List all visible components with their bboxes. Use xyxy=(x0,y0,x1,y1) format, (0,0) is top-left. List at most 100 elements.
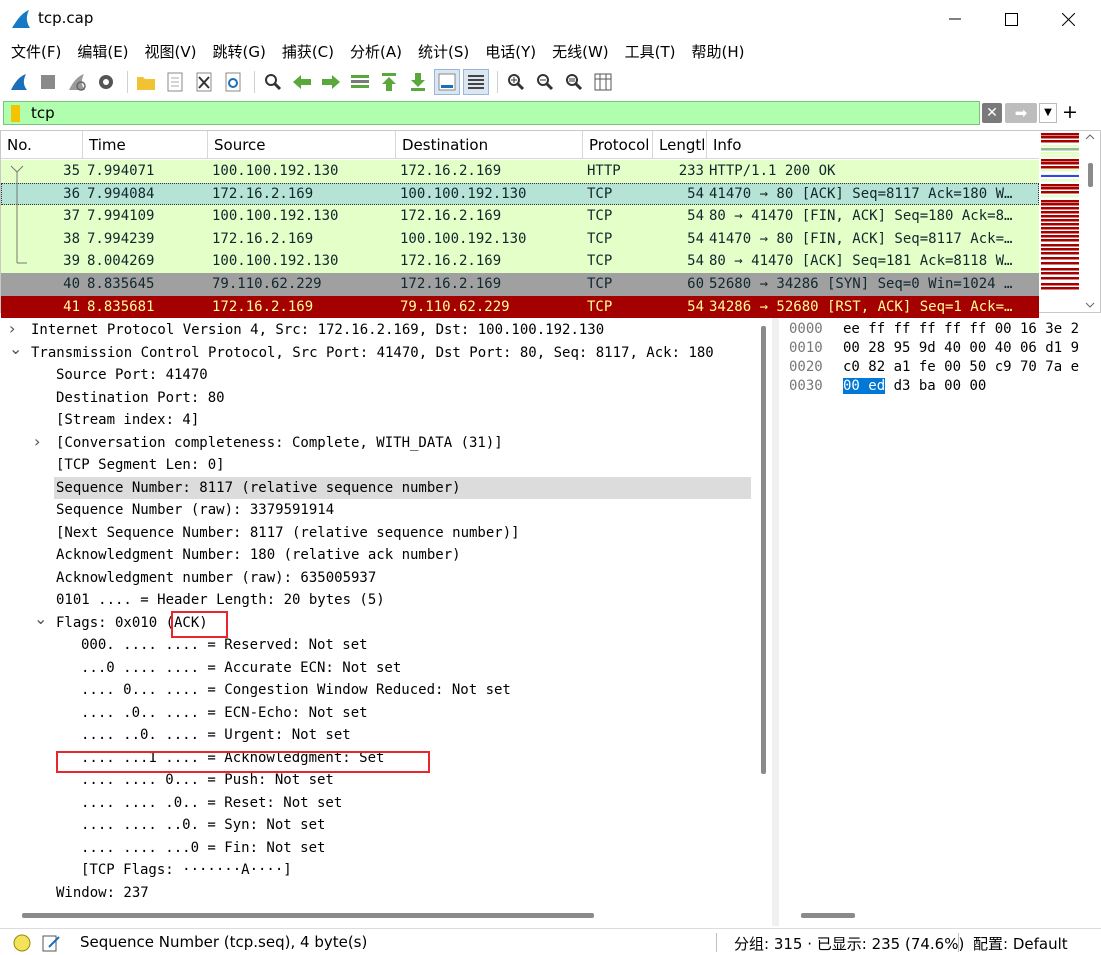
detail-tree-item[interactable]: .... .... .0.. = Reset: Not set xyxy=(79,792,342,815)
detail-tree-item[interactable]: Window: 237 xyxy=(54,882,149,905)
packet-protocol: TCP xyxy=(587,230,613,247)
packet-row[interactable]: 38 7.994239 172.16.2.169 100.100.192.130 TCP… xyxy=(1,227,1039,251)
detail-tree-item[interactable]: Destination Port: 80 xyxy=(54,387,225,410)
go-to-packet-button[interactable] xyxy=(347,69,373,95)
hex-horizontal-scrollbar[interactable] xyxy=(779,908,1099,922)
hex-bytes-selected[interactable]: 00 ed xyxy=(843,378,886,394)
last-packet-button[interactable] xyxy=(405,69,431,95)
packet-row[interactable]: 41 8.835681 172.16.2.169 79.110.62.229 TCP 54… xyxy=(1,295,1039,319)
details-vertical-scrollbar[interactable] xyxy=(755,318,772,912)
packet-row[interactable]: 36 7.994084 172.16.2.169 100.100.192.130 TCP… xyxy=(1,182,1039,206)
detail-tree-item[interactable]: [Stream index: 4] xyxy=(54,409,199,432)
detail-tree-item[interactable]: .... .... ...0 = Fin: Not set xyxy=(79,837,325,860)
go-forward-button[interactable] xyxy=(318,69,344,95)
close-file-button[interactable] xyxy=(191,69,217,95)
column-header-protocol[interactable]: Protocol xyxy=(583,131,653,158)
apply-filter-button[interactable]: ➡ xyxy=(1005,103,1037,123)
menu-file[interactable]: 文件(F) xyxy=(3,38,69,66)
status-profile[interactable]: 配置: Default xyxy=(973,933,1068,954)
open-file-button[interactable] xyxy=(133,69,159,95)
packet-row[interactable]: 40 8.835645 79.110.62.229 172.16.2.169 TCP 60… xyxy=(1,273,1039,296)
menu-analyze[interactable]: 分析(A) xyxy=(342,38,410,66)
packet-row[interactable]: 37 7.994109 100.100.192.130 172.16.2.169 TCP… xyxy=(1,205,1039,228)
go-back-button[interactable] xyxy=(289,69,315,95)
autoscroll-button[interactable] xyxy=(434,69,460,95)
detail-tree-item[interactable]: Transmission Control Protocol, Src Port:… xyxy=(29,342,714,365)
find-packet-button[interactable] xyxy=(260,69,286,95)
packet-list-scrollbar[interactable] xyxy=(1081,131,1100,312)
column-header-time[interactable]: Time xyxy=(83,131,208,158)
menu-statistics[interactable]: 统计(S) xyxy=(410,38,477,66)
chevron-right-icon[interactable]: › xyxy=(9,319,15,338)
pane-splitter[interactable] xyxy=(772,318,779,926)
hex-bytes[interactable]: d3 ba 00 00 xyxy=(885,378,987,394)
display-filter-input[interactable]: tcp xyxy=(3,101,980,125)
packet-destination: 100.100.192.130 xyxy=(400,230,527,247)
bookmark-icon[interactable] xyxy=(11,105,20,122)
menu-help[interactable]: 帮助(H) xyxy=(684,38,753,66)
menu-capture[interactable]: 捕获(C) xyxy=(274,38,342,66)
detail-tree-item[interactable]: Sequence Number (raw): 3379591914 xyxy=(54,499,334,522)
detail-tree-item[interactable]: 0101 .... = Header Length: 20 bytes (5) xyxy=(54,589,385,612)
maximize-button[interactable] xyxy=(983,0,1039,38)
menu-go[interactable]: 跳转(G) xyxy=(205,38,274,66)
chevron-down-icon[interactable]: ⌄ xyxy=(34,609,47,628)
hex-bytes[interactable]: 00 28 95 9d 40 00 40 06 d1 9 xyxy=(843,339,1079,358)
reload-file-button[interactable] xyxy=(220,69,246,95)
detail-tree-item[interactable]: [TCP Segment Len: 0] xyxy=(54,454,225,477)
column-header-length[interactable]: Lengtl xyxy=(653,131,707,158)
column-header-info[interactable]: Info xyxy=(707,131,1039,158)
clear-filter-button[interactable]: ✕ xyxy=(982,103,1002,123)
column-header-source[interactable]: Source xyxy=(208,131,396,158)
colorize-button[interactable] xyxy=(463,69,489,95)
menu-view[interactable]: 视图(V) xyxy=(137,38,205,66)
packet-row[interactable]: 35 7.994071 100.100.192.130 172.16.2.169 HTT… xyxy=(1,160,1039,183)
menu-edit[interactable]: 编辑(E) xyxy=(69,38,136,66)
hex-bytes-row[interactable]: 00 ed d3 ba 00 00 xyxy=(843,377,986,396)
add-filter-button[interactable]: + xyxy=(1062,101,1078,123)
detail-tree-item[interactable]: .... ..0. .... = Urgent: Not set xyxy=(79,724,351,747)
document-icon xyxy=(167,72,183,92)
packet-source: 79.110.62.229 xyxy=(212,276,322,292)
detail-tree-item[interactable]: Acknowledgment number (raw): 635005937 xyxy=(54,567,376,590)
chevron-right-icon[interactable]: › xyxy=(34,432,40,451)
zoom-in-button[interactable] xyxy=(503,69,529,95)
stop-capture-button[interactable] xyxy=(35,69,61,95)
minimize-button[interactable] xyxy=(927,0,983,38)
menu-tools[interactable]: 工具(T) xyxy=(617,38,684,66)
menu-telephony[interactable]: 电话(Y) xyxy=(477,38,544,66)
expert-info-icon[interactable] xyxy=(12,933,32,953)
zoom-out-button[interactable] xyxy=(532,69,558,95)
detail-tree-item[interactable]: [TCP Flags: ·······A····] xyxy=(79,859,292,882)
detail-tree-item[interactable]: [Conversation completeness: Complete, WI… xyxy=(54,432,503,455)
first-packet-button[interactable] xyxy=(376,69,402,95)
comment-edit-icon[interactable] xyxy=(41,933,61,953)
detail-tree-item[interactable]: .... .0.. .... = ECN-Echo: Not set xyxy=(79,702,368,725)
save-file-button[interactable] xyxy=(162,69,188,95)
packet-minimap[interactable] xyxy=(1041,131,1079,291)
detail-tree-item[interactable]: Internet Protocol Version 4, Src: 172.16… xyxy=(29,319,604,342)
capture-options-button[interactable] xyxy=(93,69,119,95)
detail-tree-label: Acknowledgment number (raw): 635005937 xyxy=(56,569,377,586)
column-header-destination[interactable]: Destination xyxy=(396,131,583,158)
start-capture-button[interactable] xyxy=(6,69,32,95)
packet-row[interactable]: 39 8.004269 100.100.192.130 172.16.2.169 TCP… xyxy=(1,250,1039,273)
menu-wireless[interactable]: 无线(W) xyxy=(544,38,617,66)
detail-tree-item[interactable]: ...0 .... .... = Accurate ECN: Not set xyxy=(79,657,401,680)
detail-tree-item[interactable]: [Next Sequence Number: 8117 (relative se… xyxy=(54,522,520,545)
hex-bytes[interactable]: c0 82 a1 fe 00 50 c9 70 7a e xyxy=(843,358,1079,377)
resize-columns-button[interactable] xyxy=(590,69,616,95)
filter-history-dropdown[interactable]: ▼ xyxy=(1039,103,1057,123)
detail-tree-item[interactable]: Source Port: 41470 xyxy=(54,364,208,387)
detail-tree-item[interactable]: Acknowledgment Number: 180 (relative ack… xyxy=(54,544,461,567)
hex-bytes[interactable]: ee ff ff ff ff ff 00 16 3e 2 xyxy=(843,320,1079,339)
details-horizontal-scrollbar[interactable] xyxy=(0,908,770,922)
chevron-down-icon[interactable]: ⌄ xyxy=(9,339,22,358)
detail-tree-item[interactable]: .... 0... .... = Congestion Window Reduc… xyxy=(79,679,511,702)
restart-capture-button[interactable] xyxy=(64,69,90,95)
close-button[interactable] xyxy=(1040,0,1096,38)
zoom-reset-button[interactable] xyxy=(561,69,587,95)
column-header-no[interactable]: No. xyxy=(1,131,83,158)
detail-tree-item[interactable]: Sequence Number: 8117 (relative sequence… xyxy=(54,476,751,500)
detail-tree-item[interactable]: .... .... ..0. = Syn: Not set xyxy=(79,814,325,837)
